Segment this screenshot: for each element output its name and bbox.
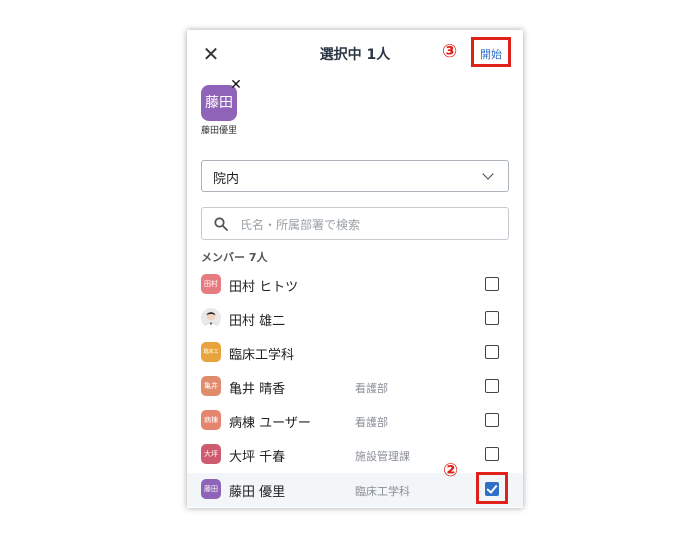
member-checkbox[interactable] xyxy=(485,447,499,461)
avatar: 臨床工 xyxy=(201,342,221,362)
member-checkbox[interactable] xyxy=(485,277,499,291)
member-checkbox[interactable] xyxy=(485,413,499,427)
avatar: 病棟 xyxy=(201,410,221,430)
member-department: 看護部 xyxy=(355,416,388,429)
start-button[interactable]: 開始 xyxy=(474,46,508,62)
member-department: 臨床工学科 xyxy=(355,485,410,498)
member-name: 田村 雄二 xyxy=(229,314,286,329)
start-highlight-box: 開始 xyxy=(471,37,511,67)
avatar: 大坪 xyxy=(201,444,221,464)
member-checkbox[interactable] xyxy=(485,379,499,393)
chip-name: 藤田優里 xyxy=(201,126,238,136)
search-icon xyxy=(214,217,228,231)
member-checkbox[interactable] xyxy=(485,311,499,325)
list-item[interactable]: 亀井 亀井 晴香 看護部 xyxy=(187,370,523,404)
member-name: 病棟 ユーザー xyxy=(229,416,311,431)
search-input[interactable]: 氏名・所属部署で検索 xyxy=(201,207,509,240)
step-2-annotation: ② xyxy=(443,460,459,481)
remove-chip-icon[interactable]: ✕ xyxy=(228,77,244,93)
member-select-dialog: ✕ 選択中 1人 ③ 開始 藤田 ✕ 藤田優里 院内 氏名・所属部署で検索 メン… xyxy=(187,30,523,508)
avatar: 田村 xyxy=(201,274,221,294)
list-item[interactable]: 田村 雄二 xyxy=(187,302,523,336)
selected-member-chip: 藤田 ✕ 藤田優里 xyxy=(201,77,242,137)
scope-select[interactable]: 院内 xyxy=(201,160,509,192)
member-name: 大坪 千春 xyxy=(229,450,286,465)
list-item[interactable]: 病棟 病棟 ユーザー 看護部 xyxy=(187,404,523,438)
member-name: 臨床工学科 xyxy=(229,348,295,363)
search-placeholder: 氏名・所属部署で検索 xyxy=(240,218,361,232)
scope-select-value: 院内 xyxy=(213,172,240,187)
member-department: 看護部 xyxy=(355,382,388,395)
avatar: 藤田 xyxy=(201,479,221,499)
person-photo-icon xyxy=(203,311,219,328)
member-name: 藤田 優里 xyxy=(229,485,286,500)
checkbox-highlight-box xyxy=(476,472,508,504)
member-checkbox[interactable] xyxy=(485,345,499,359)
avatar: 亀井 xyxy=(201,376,221,396)
list-item[interactable]: 田村 田村 ヒトツ xyxy=(187,268,523,302)
step-3-annotation: ③ xyxy=(442,41,458,62)
list-item[interactable]: 藤田 藤田 優里 臨床工学科 xyxy=(187,473,523,507)
members-header: メンバー 7人 xyxy=(201,251,268,264)
list-item[interactable]: 臨床工 臨床工学科 xyxy=(187,336,523,370)
chevron-down-icon xyxy=(482,168,494,180)
member-department: 施設管理課 xyxy=(355,450,410,463)
avatar xyxy=(201,308,221,328)
member-name: 田村 ヒトツ xyxy=(229,280,299,295)
list-item[interactable]: 大坪 大坪 千春 施設管理課 xyxy=(187,438,523,472)
member-name: 亀井 晴香 xyxy=(229,382,286,397)
